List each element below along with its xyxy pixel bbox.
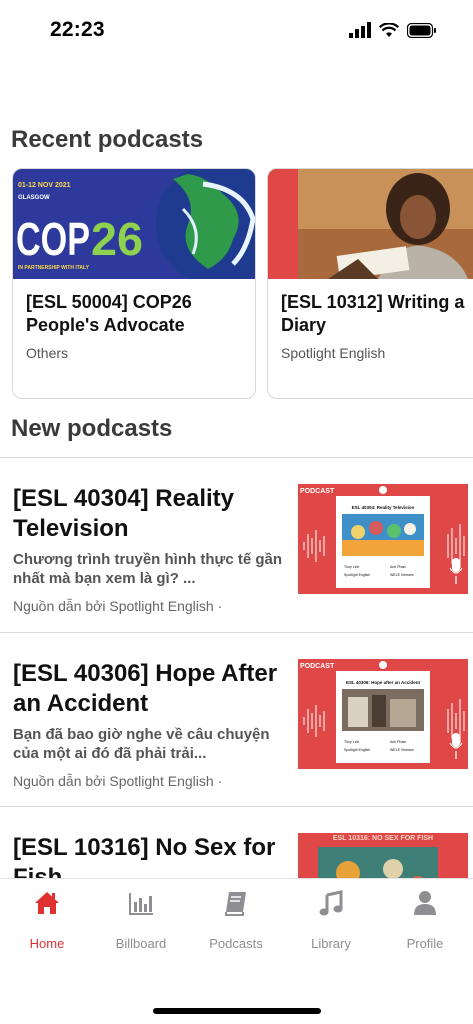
new-podcast-title: [ESL 40304] Reality Television [13, 485, 235, 542]
wifi-icon [379, 22, 399, 37]
recent-podcast-title: [ESL 10312] Writing a Diary [281, 292, 465, 335]
person-icon [414, 891, 436, 915]
tab-label: Library [311, 936, 351, 951]
tab-label: Billboard [115, 936, 167, 951]
tab-bar: Home Billboard Podcasts Library Profile [0, 878, 473, 1024]
podcast-banner: ESL 10316: NO SEX FOR FISH [333, 835, 433, 842]
new-podcast-source: Nguồn dẫn bởi Spotlight English · [13, 598, 223, 614]
tab-library[interactable]: Library [286, 889, 376, 951]
org-name: WELE Vietnam [390, 573, 414, 577]
tab-podcasts[interactable]: Podcasts [191, 889, 281, 951]
recent-podcasts-heading: Recent podcasts [11, 126, 204, 153]
new-podcast-item[interactable]: [ESL 40304] Reality Television Chương tr… [0, 458, 473, 632]
host-name: Thuy Linh [344, 740, 359, 744]
podcast-thumbnail: PODCAST ESL 40304: Reality Television Th… [298, 484, 468, 594]
tab-label: Home [29, 936, 65, 951]
home-indicator [153, 1008, 321, 1014]
cop-city: GLASGOW [18, 195, 50, 201]
org-name: Spotlight English [344, 748, 370, 752]
writing-diary-thumbnail [268, 169, 473, 279]
podcast-badge: PODCAST [300, 488, 335, 495]
cop-partner: IN PARTNERSHIP WITH ITALY [18, 265, 90, 271]
cop-logo-number: 26 [91, 213, 143, 265]
status-icons [349, 22, 437, 38]
status-time: 22:23 [50, 18, 105, 41]
recent-podcast-title: [ESL 50004] COP26 People's Advocate [26, 292, 192, 335]
recent-podcast-category: Others [26, 345, 69, 361]
cop26-thumbnail: 01-12 NOV 2021 GLASGOW COP 26 IN PARTNER… [13, 169, 255, 279]
tab-billboard[interactable]: Billboard [96, 889, 186, 951]
cop-date: 01-12 NOV 2021 [18, 182, 71, 189]
tab-label: Podcasts [209, 936, 263, 951]
home-icon [35, 892, 59, 914]
new-podcast-description: Chương trình truyền hình thực tế gần nhấ… [13, 551, 283, 587]
podcast-badge: PODCAST [300, 663, 335, 670]
recent-podcast-category: Spotlight English [281, 345, 386, 361]
tab-home[interactable]: Home [2, 889, 92, 951]
org-name: WELE Vietnam [390, 748, 414, 752]
podcast-card-title: ESL 40304: Reality Television [352, 505, 415, 510]
tab-label: Profile [406, 936, 444, 951]
book-icon [225, 892, 246, 916]
new-podcast-source: Nguồn dẫn bởi Spotlight English · [13, 773, 223, 789]
bar-chart-icon [129, 893, 153, 915]
recent-podcast-card[interactable]: [ESL 10312] Writing a Diary Spotlight En… [267, 168, 473, 399]
new-podcast-item[interactable]: [ESL 40306] Hope After an Accident Bạn đ… [0, 633, 473, 807]
new-podcasts-heading: New podcasts [11, 415, 173, 442]
new-podcast-description: Bạn đã bao giờ nghe về câu chuyện của mộ… [13, 726, 270, 762]
host-name: Anh Pham [390, 740, 406, 744]
host-name: Anh Pham [390, 565, 406, 569]
podcast-card-title: ESL 40306: Hope after an Accident [346, 680, 421, 685]
tab-profile[interactable]: Profile [380, 889, 470, 951]
new-podcast-title: [ESL 40306] Hope After an Accident [13, 660, 278, 717]
recent-podcast-card[interactable]: 01-12 NOV 2021 GLASGOW COP 26 IN PARTNER… [12, 168, 256, 399]
music-note-icon [319, 890, 343, 916]
status-bar: 22:23 [0, 0, 473, 62]
signal-icon [349, 22, 371, 38]
battery-icon [407, 22, 436, 38]
host-name: Thuy Linh [344, 565, 359, 569]
org-name: Spotlight English [344, 573, 370, 577]
recent-podcasts-carousel[interactable]: 01-12 NOV 2021 GLASGOW COP 26 IN PARTNER… [12, 168, 473, 400]
podcast-thumbnail: PODCAST ESL 40306: Hope after an Acciden… [298, 659, 468, 769]
cop-logo-text: COP [16, 213, 90, 265]
